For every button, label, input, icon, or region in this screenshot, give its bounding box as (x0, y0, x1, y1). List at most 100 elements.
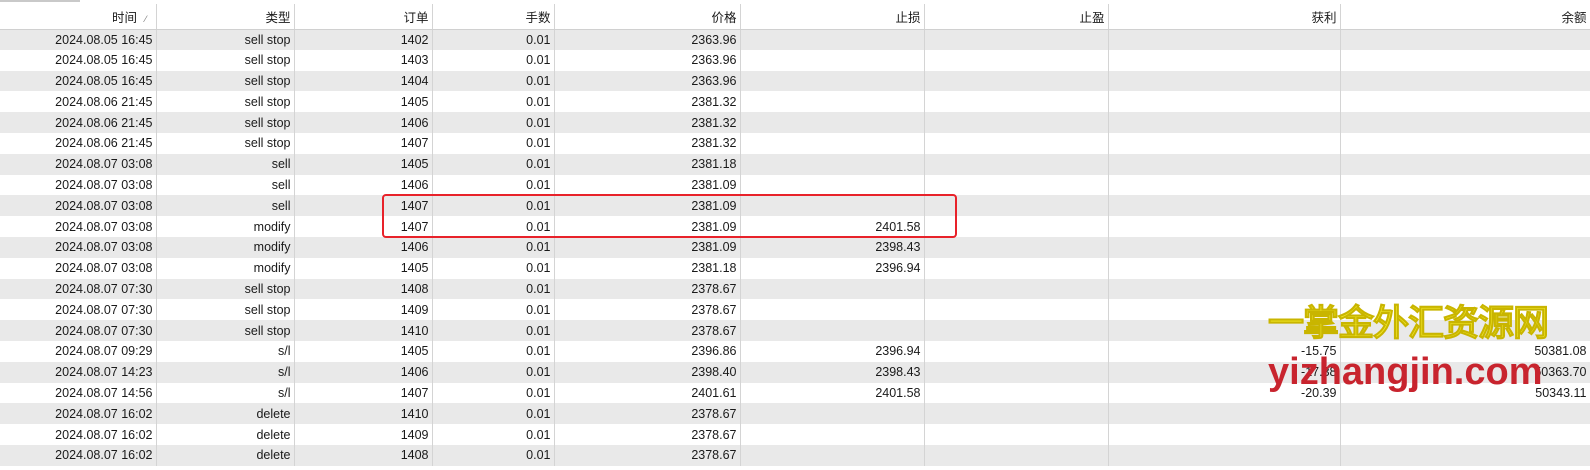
cell-balance (1340, 403, 1590, 425)
cell-lots: 0.01 (432, 340, 555, 362)
cell-type: modify (156, 236, 295, 258)
table-row[interactable]: 2024.08.05 16:45 sell stop 1404 0.01 2363.96 (0, 70, 1590, 92)
cell-time: 2024.08.07 03:08 (0, 174, 157, 196)
cell-time: 2024.08.07 09:29 (0, 340, 157, 362)
cell-lots: 0.01 (432, 299, 555, 321)
cell-type: s/l (156, 340, 295, 362)
cell-balance (1340, 278, 1590, 300)
cell-stop-loss (740, 29, 925, 50)
column-header-stop-loss[interactable]: 止损 (740, 4, 925, 30)
cell-balance: 50363.70 (1340, 361, 1590, 383)
cell-type: sell stop (156, 112, 295, 133)
table-row[interactable]: 2024.08.07 16:02 delete 1409 0.01 2378.67 (0, 424, 1590, 445)
table-row[interactable]: 2024.08.07 03:08 sell 1405 0.01 2381.18 (0, 153, 1590, 175)
table-row[interactable]: 2024.08.07 07:30 sell stop 1410 0.01 2378.67 (0, 320, 1590, 341)
cell-order: 1407 (294, 216, 433, 237)
cell-type: s/l (156, 382, 295, 404)
column-header-take-profit[interactable]: 止盈 (924, 4, 1109, 30)
cell-stop-loss (740, 195, 925, 217)
cell-lots: 0.01 (432, 174, 555, 196)
cell-type: delete (156, 444, 295, 466)
cell-balance: 50381.08 (1340, 340, 1590, 362)
cell-take-profit (924, 174, 1109, 196)
cell-profit (1108, 153, 1341, 175)
cell-order: 1409 (294, 299, 433, 321)
cell-profit (1108, 216, 1341, 237)
cell-order: 1405 (294, 257, 433, 279)
cell-time: 2024.08.05 16:45 (0, 29, 157, 50)
cell-price: 2363.96 (554, 49, 741, 71)
table-row[interactable]: 2024.08.07 03:08 modify 1406 0.01 2381.09 239… (0, 236, 1590, 258)
table-row[interactable]: 2024.08.07 14:56 s/l 1407 0.01 2401.61 2401.5… (0, 382, 1590, 404)
cell-lots: 0.01 (432, 382, 555, 404)
cell-stop-loss: 2401.58 (740, 216, 925, 237)
cell-stop-loss (740, 70, 925, 92)
cell-stop-loss (740, 112, 925, 133)
column-header-price[interactable]: 价格 (554, 4, 741, 30)
cell-balance (1340, 320, 1590, 341)
cell-take-profit (924, 70, 1109, 92)
cell-profit (1108, 174, 1341, 196)
cell-type: sell stop (156, 278, 295, 300)
cell-order: 1408 (294, 444, 433, 466)
cell-type: delete (156, 403, 295, 425)
table-row[interactable]: 2024.08.06 21:45 sell stop 1407 0.01 2381.32 (0, 132, 1590, 154)
table-row[interactable]: 2024.08.06 21:45 sell stop 1406 0.01 2381.32 (0, 112, 1590, 133)
cell-take-profit (924, 132, 1109, 154)
table-row[interactable]: 2024.08.07 03:08 sell 1407 0.01 2381.09 (0, 195, 1590, 217)
table-row[interactable]: 2024.08.07 03:08 modify 1407 0.01 2381.09 240… (0, 216, 1590, 237)
cell-take-profit (924, 91, 1109, 113)
cell-order: 1405 (294, 91, 433, 113)
cell-profit (1108, 91, 1341, 113)
cell-order: 1407 (294, 132, 433, 154)
table-row[interactable]: 2024.08.06 21:45 sell stop 1405 0.01 2381.32 (0, 91, 1590, 113)
column-header-profit[interactable]: 获利 (1108, 4, 1341, 30)
column-header-type[interactable]: 类型 (156, 4, 295, 30)
cell-time: 2024.08.07 07:30 (0, 299, 157, 321)
table-row[interactable]: 2024.08.07 07:30 sell stop 1409 0.01 2378.67 (0, 299, 1590, 321)
column-header-order[interactable]: 订单 (294, 4, 433, 30)
cell-balance (1340, 91, 1590, 113)
table-row[interactable]: 2024.08.07 14:23 s/l 1406 0.01 2398.40 2398.4… (0, 361, 1590, 383)
cell-take-profit (924, 195, 1109, 217)
cell-balance (1340, 29, 1590, 50)
cell-balance (1340, 424, 1590, 445)
cell-take-profit (924, 257, 1109, 279)
cell-balance (1340, 153, 1590, 175)
cell-time: 2024.08.07 16:02 (0, 444, 157, 466)
table-row[interactable]: 2024.08.07 03:08 modify 1405 0.01 2381.18 239… (0, 257, 1590, 279)
cell-take-profit (924, 382, 1109, 404)
cell-time: 2024.08.07 16:02 (0, 403, 157, 425)
cell-stop-loss: 2396.94 (740, 257, 925, 279)
table-row[interactable]: 2024.08.07 03:08 sell 1406 0.01 2381.09 (0, 174, 1590, 196)
cell-lots: 0.01 (432, 132, 555, 154)
table-row[interactable]: 2024.08.07 07:30 sell stop 1408 0.01 2378.67 (0, 278, 1590, 300)
column-header-balance[interactable]: 余额 (1340, 4, 1590, 30)
cell-order: 1406 (294, 174, 433, 196)
cell-profit (1108, 403, 1341, 425)
cell-take-profit (924, 444, 1109, 466)
cell-type: sell (156, 174, 295, 196)
cell-time: 2024.08.06 21:45 (0, 112, 157, 133)
cell-price: 2378.67 (554, 444, 741, 466)
cell-lots: 0.01 (432, 216, 555, 237)
cell-price: 2401.61 (554, 382, 741, 404)
cell-profit (1108, 195, 1341, 217)
cell-profit (1108, 236, 1341, 258)
cell-lots: 0.01 (432, 70, 555, 92)
table-row[interactable]: 2024.08.07 16:02 delete 1410 0.01 2378.67 (0, 403, 1590, 425)
cell-stop-loss: 2396.94 (740, 340, 925, 362)
cell-profit (1108, 278, 1341, 300)
cell-type: sell stop (156, 320, 295, 341)
table-row[interactable]: 2024.08.07 09:29 s/l 1405 0.01 2396.86 2396.9… (0, 340, 1590, 362)
cell-time: 2024.08.06 21:45 (0, 91, 157, 113)
cell-stop-loss (740, 320, 925, 341)
table-row[interactable]: 2024.08.05 16:45 sell stop 1403 0.01 2363.96 (0, 49, 1590, 71)
cell-take-profit (924, 278, 1109, 300)
cell-price: 2381.18 (554, 153, 741, 175)
column-header-lots[interactable]: 手数 (432, 4, 555, 30)
table-row[interactable]: 2024.08.07 16:02 delete 1408 0.01 2378.67 (0, 444, 1590, 466)
column-header-time[interactable]: 时间 ⁄ (0, 4, 157, 30)
cell-stop-loss: 2401.58 (740, 382, 925, 404)
table-row[interactable]: 2024.08.05 16:45 sell stop 1402 0.01 2363.96 (0, 29, 1590, 50)
